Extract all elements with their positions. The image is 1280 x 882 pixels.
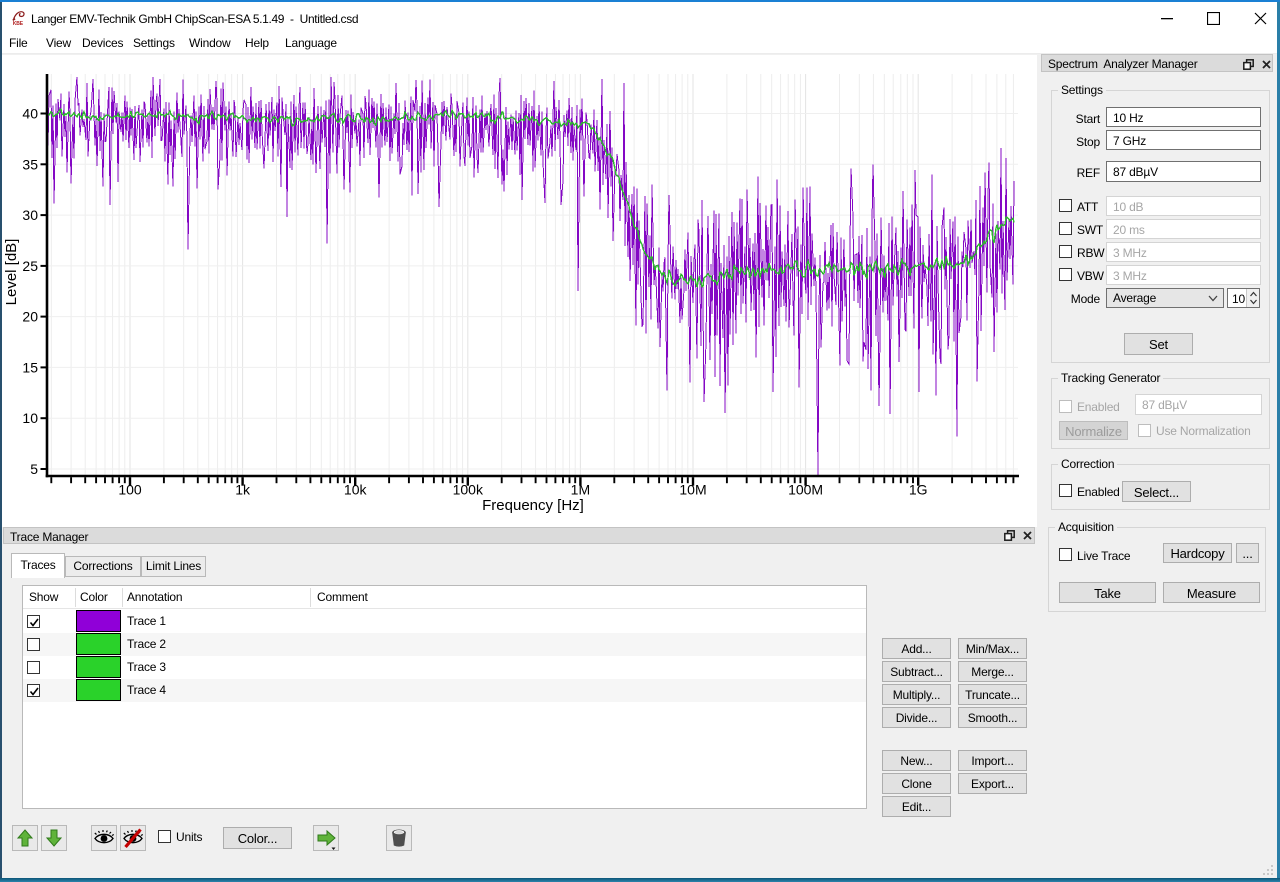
svg-text:KBE: KBE (13, 21, 24, 27)
svg-text:30: 30 (22, 207, 38, 223)
svg-text:1k: 1k (235, 482, 251, 498)
svg-text:35: 35 (22, 156, 38, 172)
svg-text:1M: 1M (571, 482, 590, 498)
svg-text:100k: 100k (453, 482, 484, 498)
svg-text:20: 20 (22, 309, 38, 325)
svg-text:15: 15 (22, 359, 38, 375)
svg-text:100: 100 (118, 482, 142, 498)
svg-text:25: 25 (22, 258, 38, 274)
svg-text:10M: 10M (679, 482, 706, 498)
svg-text:100M: 100M (788, 482, 823, 498)
svg-text:Level [dB]: Level [dB] (3, 239, 20, 306)
svg-text:10: 10 (22, 410, 38, 426)
svg-text:1G: 1G (909, 482, 928, 498)
svg-text:10k: 10k (344, 482, 368, 498)
svg-text:Frequency [Hz]: Frequency [Hz] (482, 497, 584, 514)
svg-text:5: 5 (30, 461, 38, 477)
svg-text:40: 40 (22, 106, 38, 122)
